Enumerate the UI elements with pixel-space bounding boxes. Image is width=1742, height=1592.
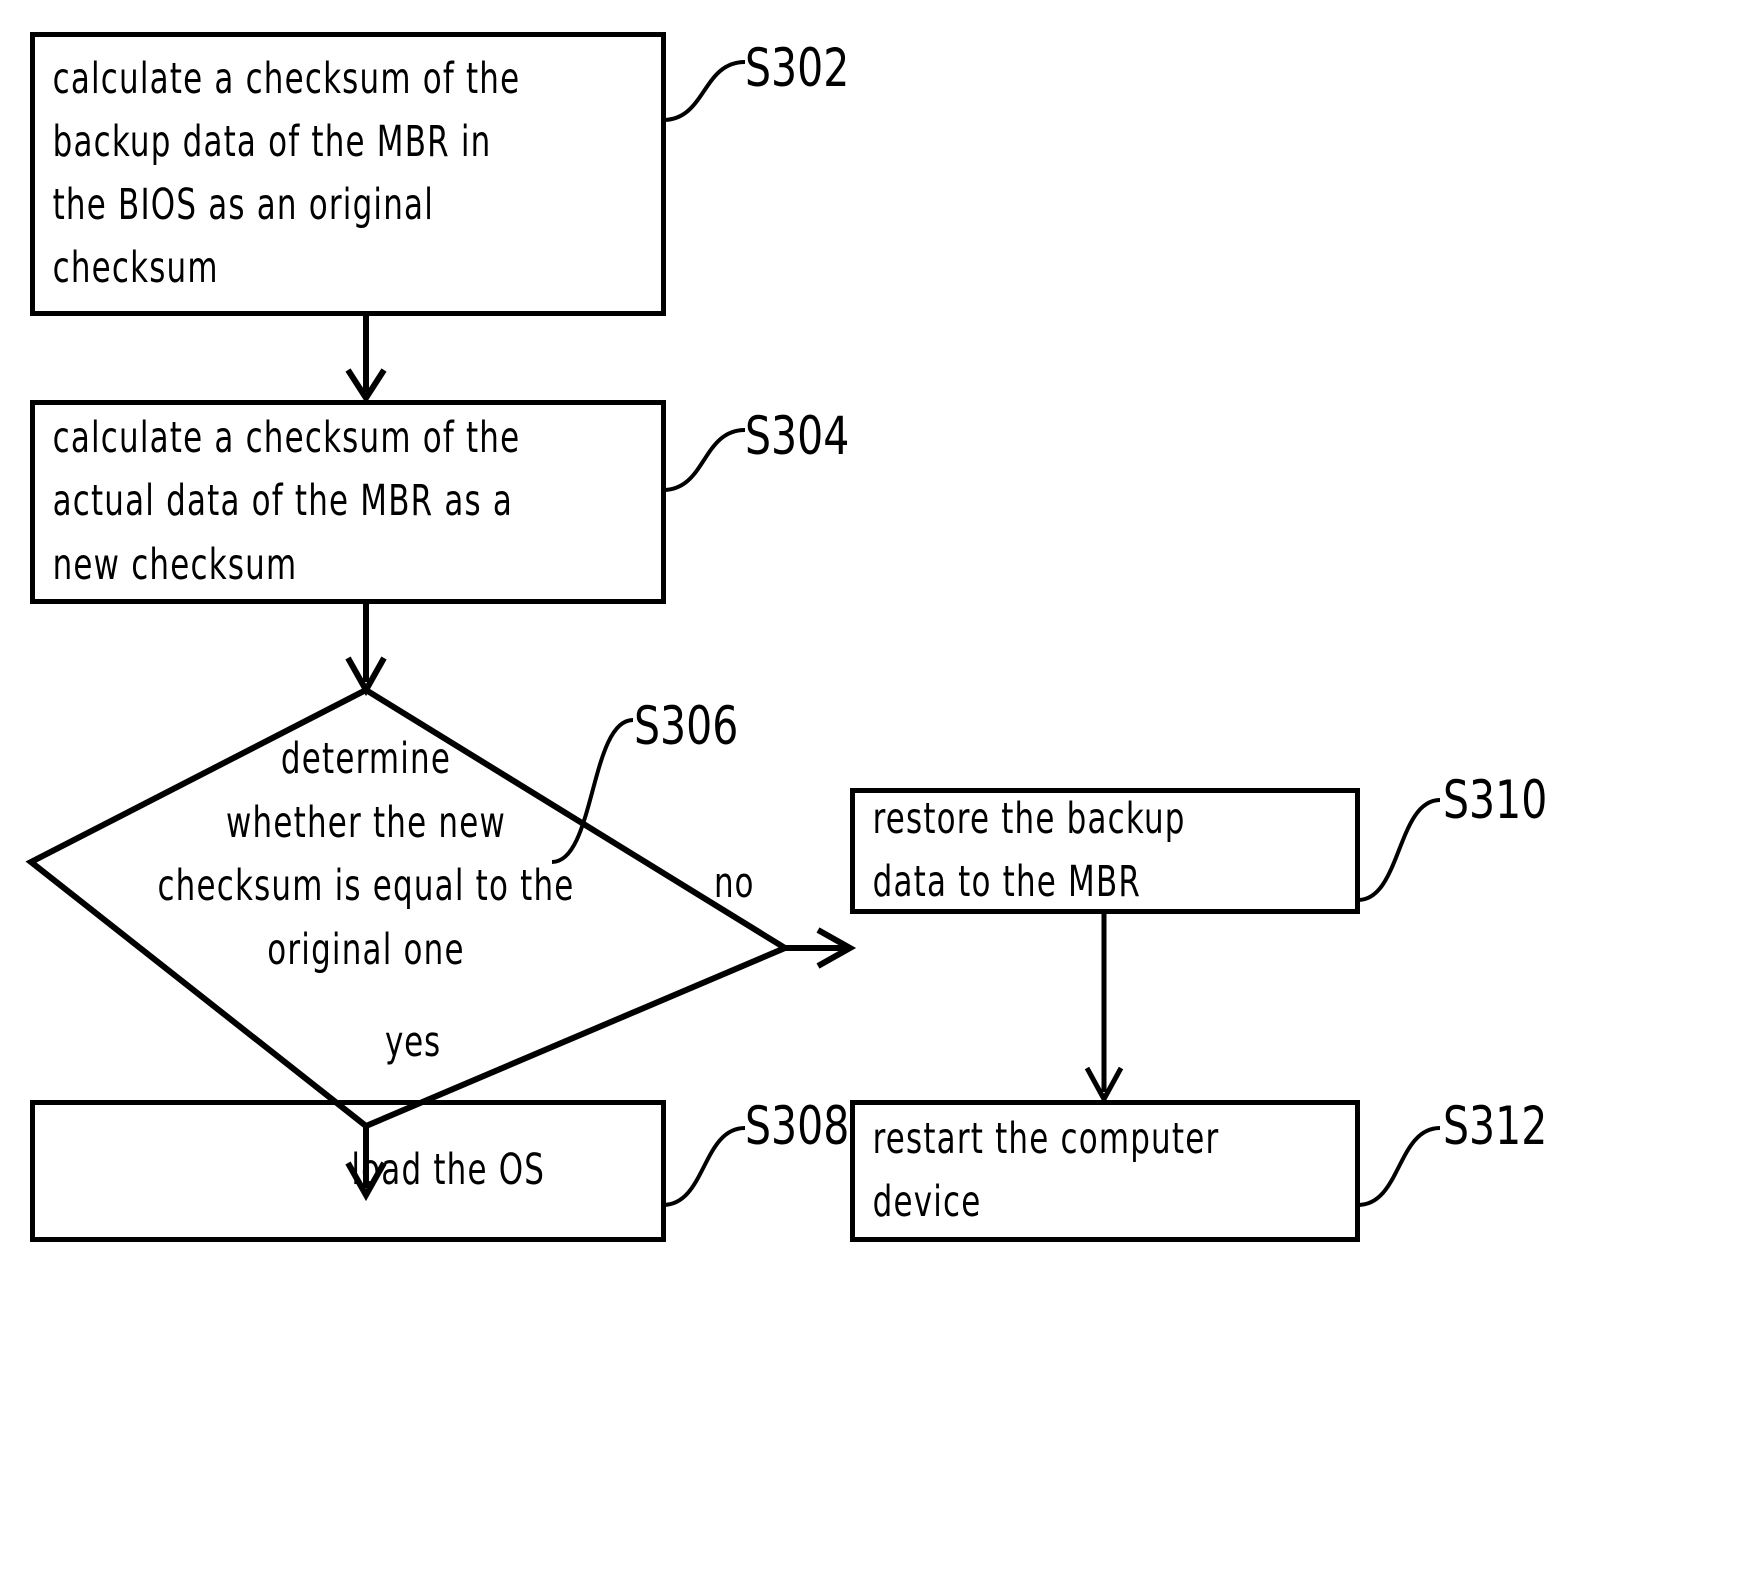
process-node-s304-label: calculate a checksum of the actual data … (52, 413, 521, 590)
process-node-s304[interactable]: calculate a checksum of the actual data … (30, 400, 666, 604)
process-node-s310[interactable]: restore the backup data to the MBR (850, 788, 1360, 914)
reference-numeral-s306: S306 (634, 696, 739, 757)
edge-s302-s304 (345, 316, 387, 404)
reference-numeral-s304: S304 (745, 406, 850, 467)
reference-numeral-s310: S310 (1443, 770, 1548, 831)
decision-node-s306-label: determine whether the new checksum is eq… (157, 734, 575, 975)
process-node-s310-label: restore the backup data to the MBR (872, 793, 1186, 907)
process-node-s308-label: load the OS (351, 1145, 546, 1196)
process-node-s302[interactable]: calculate a checksum of the backup data … (30, 32, 666, 316)
edge-s310-s312 (1084, 913, 1124, 1105)
flowchart-diagram: calculate a checksum of the backup data … (0, 0, 1742, 1592)
process-node-s308[interactable]: load the OS (30, 1100, 666, 1242)
branch-label-yes: yes (385, 1017, 442, 1066)
branch-label-no: no (714, 858, 755, 907)
process-node-s312[interactable]: restart the computer device (850, 1100, 1360, 1242)
reference-numeral-s308: S308 (745, 1096, 850, 1157)
process-node-s302-label: calculate a checksum of the backup data … (52, 53, 521, 294)
edge-s304-s306 (345, 603, 387, 697)
process-node-s312-label: restart the computer device (872, 1113, 1220, 1227)
reference-numeral-s312: S312 (1443, 1096, 1548, 1157)
reference-numeral-s302: S302 (745, 38, 850, 99)
edge-s306-s310 (785, 927, 857, 969)
